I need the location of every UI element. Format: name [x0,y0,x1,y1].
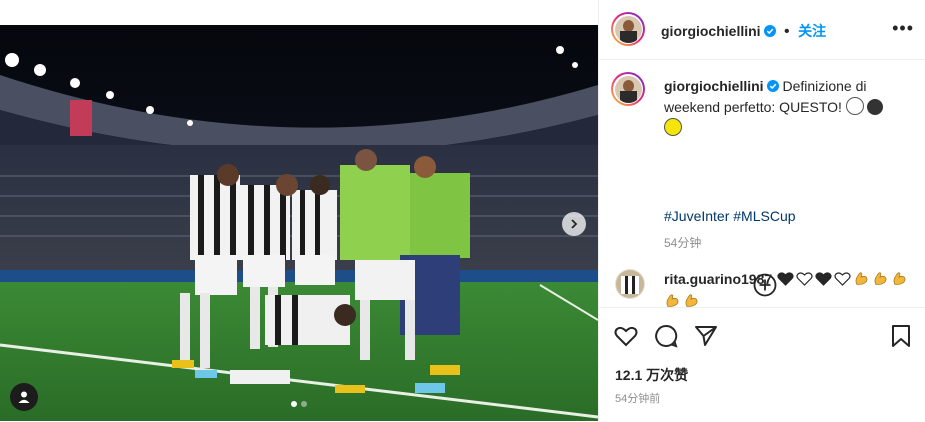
hashtag-link[interactable]: #JuveInter [664,208,729,224]
commenter-username[interactable]: rita.guarino1987 [664,271,772,287]
black-heart-emoji [815,272,832,286]
bookmark-icon[interactable] [888,323,914,349]
carousel-next-button[interactable] [562,212,586,236]
carousel-indicator [0,401,598,407]
yellow-circle-emoji [664,118,682,136]
caption-author-avatar[interactable] [611,72,645,106]
likes-count[interactable]: 12.1 万次赞 [615,365,688,385]
comment-hearts [777,271,853,288]
chevron-right-icon [571,219,578,229]
commenter-avatar[interactable] [615,269,645,299]
follow-button[interactable]: 关注 [798,23,826,39]
post-side-panel: giorgiochiellini • 关注 ••• giorgiochielli… [598,0,925,421]
black-heart-emoji [777,272,794,286]
caption-timestamp: 54分钟 [664,236,702,250]
flexed-biceps-emoji [855,272,868,285]
white-heart-emoji [834,272,851,286]
flexed-biceps-emoji [666,294,679,307]
speech-bubble-icon[interactable] [653,323,679,349]
carousel-dot-1 [291,401,297,407]
post-timestamp[interactable]: 54分钟前 [615,390,660,406]
white-circle-emoji [845,97,864,115]
caption-hashtags: #JuveInter #MLSCup [664,208,796,224]
caption-text: giorgiochiellini Definizione di weekend … [664,76,914,139]
stadium-celebration-image [0,25,598,421]
action-bar: 12.1 万次赞 54分钟前 [599,307,925,422]
flexed-biceps-emoji [685,294,698,307]
author-username[interactable]: giorgiochiellini [661,23,761,39]
black-circle-emoji [866,99,883,115]
post-photo[interactable] [0,25,598,421]
carousel-dot-2 [301,401,307,407]
caption-author-username[interactable]: giorgiochiellini [664,78,764,94]
heart-outline-icon[interactable] [613,323,639,349]
verified-badge-icon [763,25,776,37]
verified-badge-icon [766,80,779,92]
author-avatar[interactable] [611,12,645,46]
hashtag-link[interactable]: #MLSCup [733,208,795,224]
flexed-biceps-emoji [893,272,906,285]
caption-section: giorgiochiellini Definizione di weekend … [599,60,925,307]
paper-plane-icon[interactable] [693,323,719,349]
white-heart-emoji [796,272,813,286]
post-header: giorgiochiellini • 关注 ••• [599,0,925,60]
flexed-biceps-emoji [874,272,887,285]
more-options-button[interactable]: ••• [892,18,914,39]
separator-dot: • [784,23,790,40]
